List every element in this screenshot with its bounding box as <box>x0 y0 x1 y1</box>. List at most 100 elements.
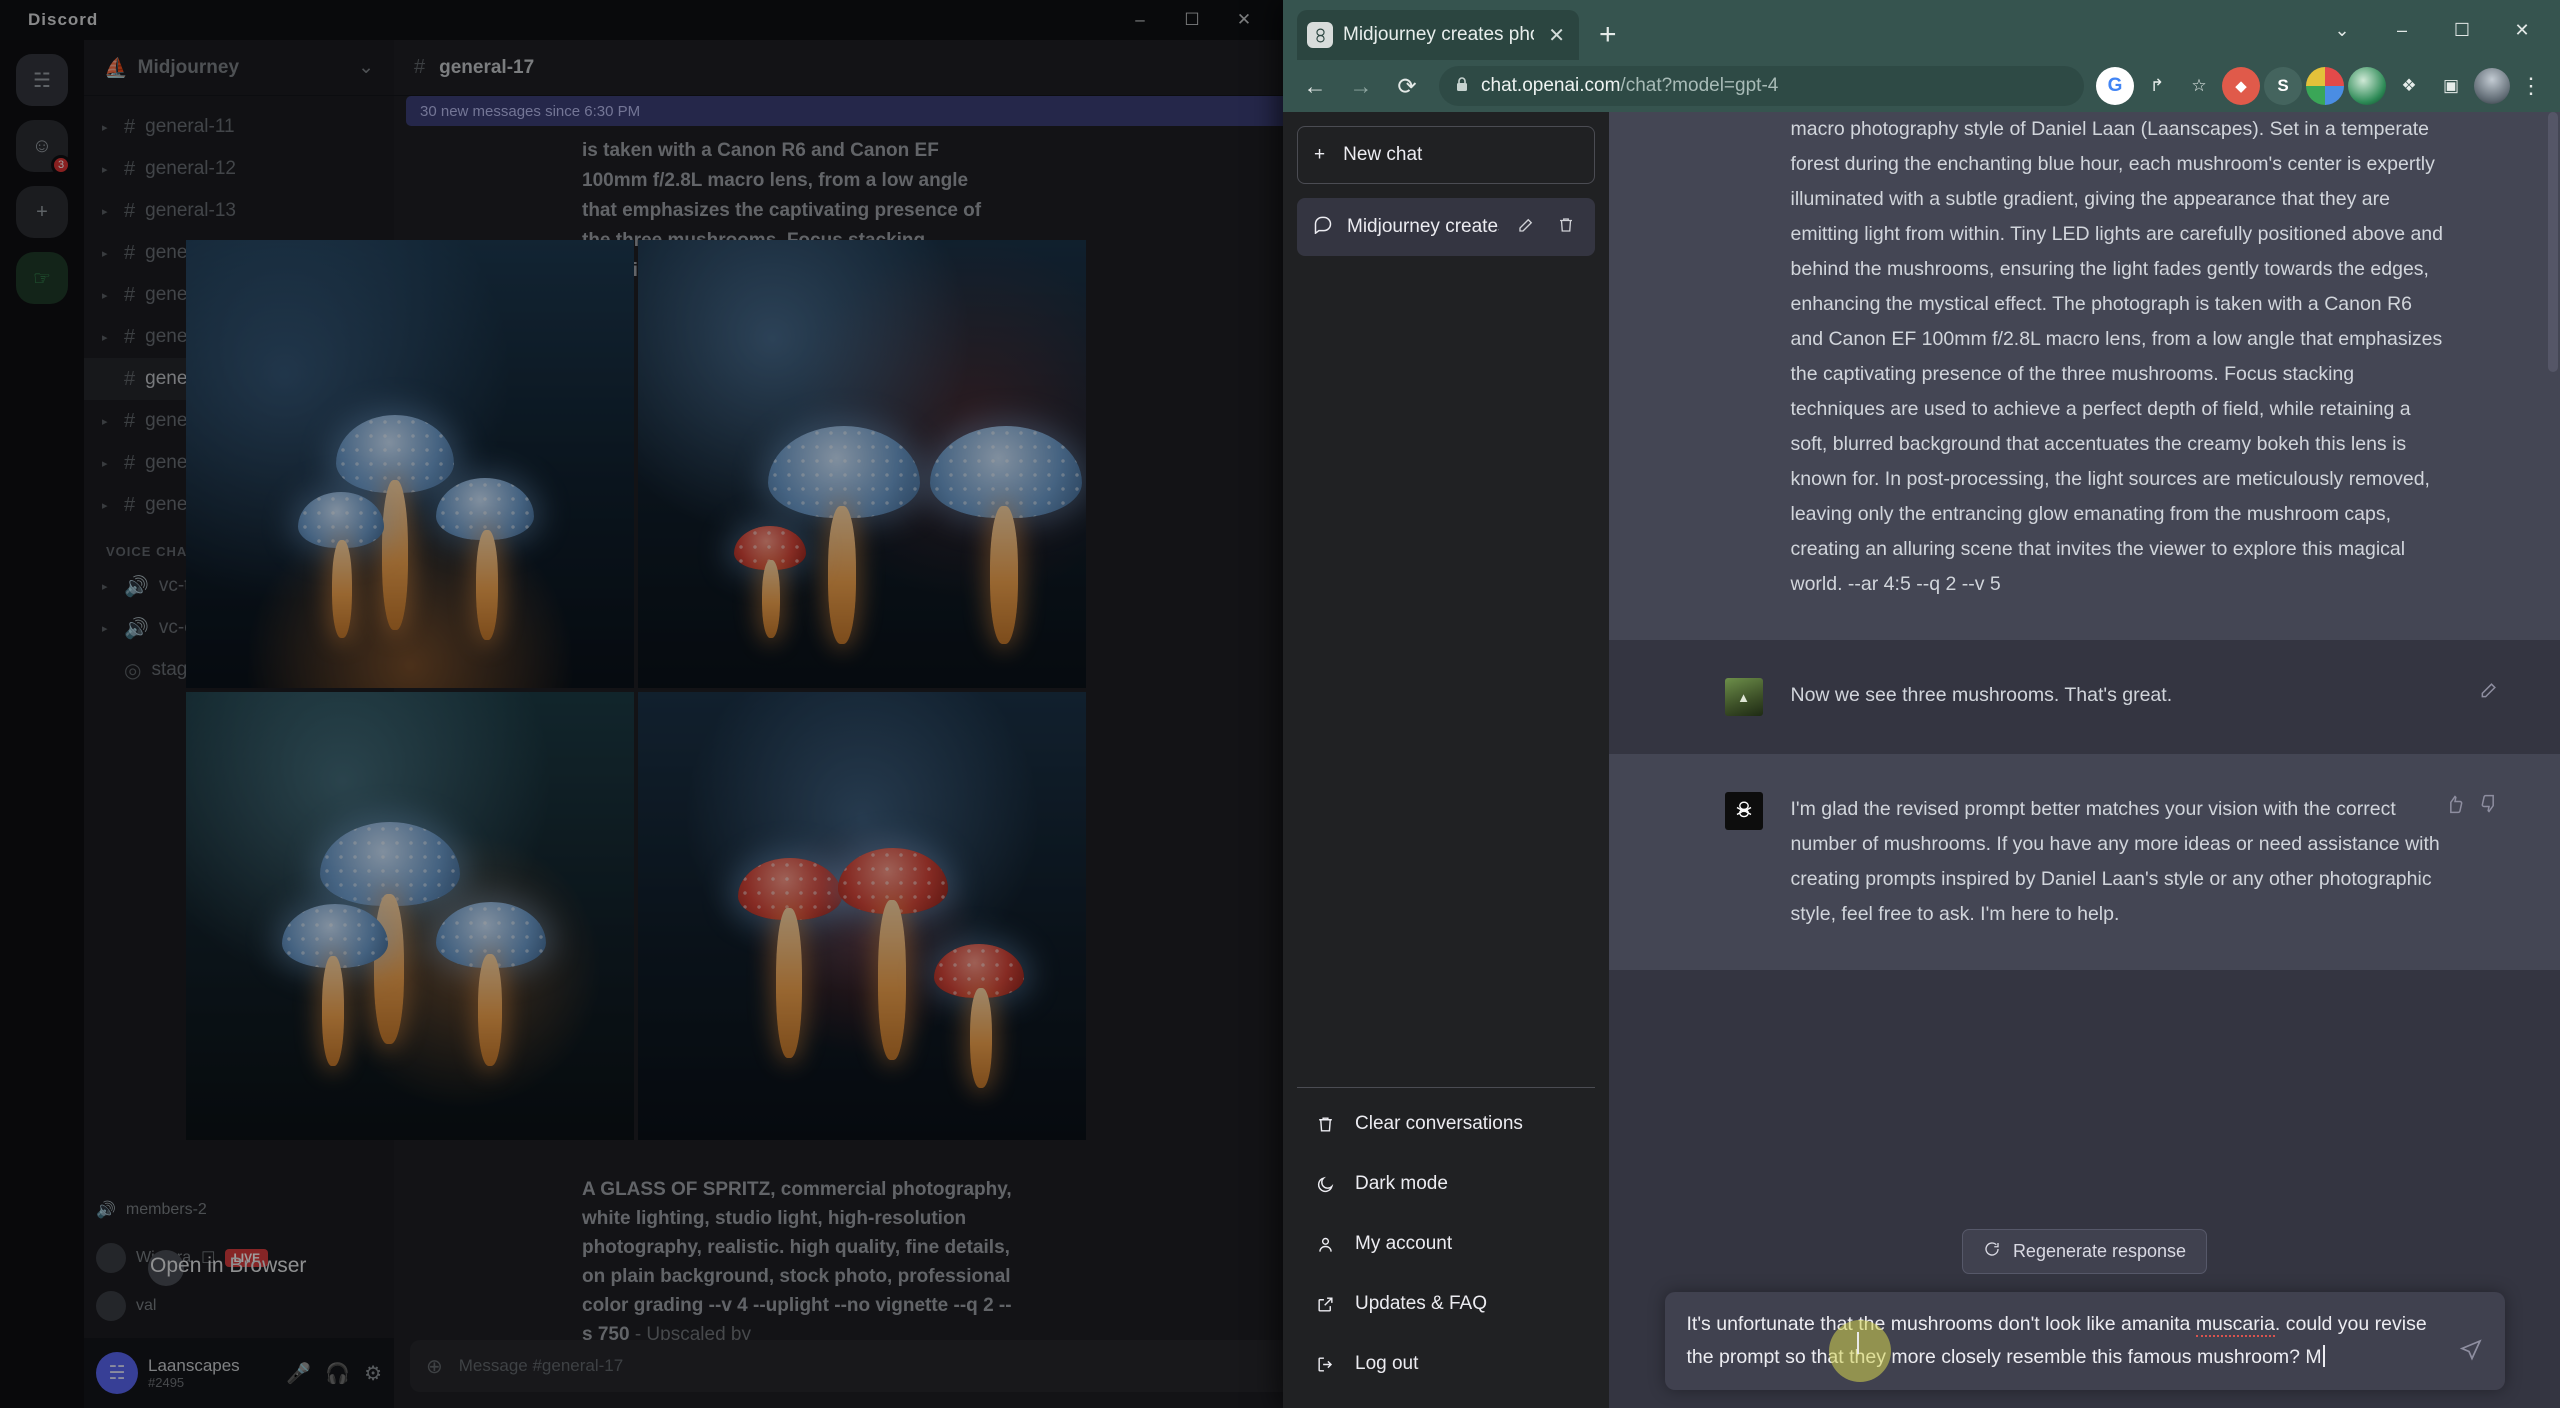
attach-plus-icon[interactable]: ⊕ <box>426 1354 443 1379</box>
regenerate-response-button[interactable]: Regenerate response <box>1961 1229 2208 1274</box>
delete-conversation-icon[interactable] <box>1553 216 1579 239</box>
green-circle-extension-icon[interactable] <box>2348 67 2386 105</box>
add-server-button[interactable]: + <box>16 186 68 238</box>
channel-item[interactable]: ▸ # general-12 <box>84 148 394 190</box>
sidebar-item-clear-conversations[interactable]: Clear conversations <box>1297 1094 1595 1154</box>
channel-item[interactable]: ▸ # general-13 <box>84 190 394 232</box>
new-chat-button[interactable]: + New chat <box>1297 126 1595 184</box>
color-wheel-extension-icon[interactable] <box>2306 67 2344 105</box>
moon-icon <box>1313 1175 1337 1194</box>
mouse-ibeam-cursor <box>1856 1332 1859 1354</box>
microphone-icon[interactable]: 🎤 <box>286 1361 311 1386</box>
voice-member-row[interactable]: val <box>96 1282 386 1330</box>
chevron-right-icon: ▸ <box>102 457 108 470</box>
maximize-icon[interactable]: ☐ <box>1166 0 1218 40</box>
server-unread-badge: 3 <box>51 155 71 175</box>
maximize-icon[interactable]: ☐ <box>2434 8 2490 52</box>
sidebar-item-updates-faq[interactable]: Updates & FAQ <box>1297 1274 1595 1334</box>
input-text-part1: It's unfortunate that the mushrooms don'… <box>1686 1313 2196 1335</box>
chevron-down-icon[interactable]: ⌄ <box>358 56 374 79</box>
profile-avatar[interactable] <box>2474 68 2510 104</box>
send-message-button[interactable] <box>2459 1338 2483 1374</box>
hash-icon: # <box>124 283 136 306</box>
server-icon-dm[interactable]: ☺ 3 <box>16 120 71 175</box>
trash-icon <box>1313 1115 1337 1134</box>
browser-tab-active[interactable]: Midjourney creates photorealistic ✕ <box>1297 10 1579 60</box>
avatar-user: ▲ <box>1724 678 1763 716</box>
discord-window-controls[interactable]: – ☐ ✕ <box>1114 0 1270 40</box>
adblock-icon[interactable]: ◆ <box>2222 67 2260 105</box>
discord-app-title: Discord <box>28 10 99 29</box>
url-path: /chat?model=gpt-4 <box>1620 75 1779 96</box>
plus-icon: + <box>1314 144 1326 165</box>
back-button[interactable]: ← <box>1295 66 1335 106</box>
gear-icon[interactable]: ⚙ <box>364 1361 382 1386</box>
sidebar-item-label: Updates & FAQ <box>1355 1293 1488 1314</box>
discord-message-bottom-main: A GLASS OF SPRITZ, commercial photograph… <box>582 1179 1012 1345</box>
generated-image-2[interactable] <box>638 240 1086 688</box>
speaker-icon: 🔊 <box>124 575 149 598</box>
chevron-right-icon: ▸ <box>102 163 108 176</box>
reload-button[interactable]: ⟳ <box>1387 66 1427 106</box>
generated-image-3[interactable] <box>186 692 634 1140</box>
conversation-item-active[interactable]: Midjourney creates pho <box>1297 198 1595 256</box>
headphones-icon[interactable]: 🎧 <box>325 1361 350 1386</box>
hash-icon: # <box>124 241 136 264</box>
google-icon[interactable]: G <box>2096 67 2134 105</box>
chrome-toolbar: ← → ⟳ chat.openai.com/chat?model=gpt-4 G… <box>1283 60 2560 112</box>
close-icon[interactable]: ✕ <box>2494 8 2550 52</box>
message-text: macro photography style of Daniel Laan (… <box>1790 118 2444 595</box>
chrome-more-caret-icon[interactable]: ⌄ <box>2314 8 2370 52</box>
new-tab-button[interactable]: + <box>1599 20 1617 50</box>
channel-item[interactable]: ▸ # general-11 <box>84 106 394 148</box>
voice-status-label: members-2 <box>125 1201 207 1218</box>
message-input-wrapper[interactable]: It's unfortunate that the mushrooms don'… <box>1664 1292 2505 1390</box>
forward-button[interactable]: → <box>1341 66 1381 106</box>
logout-icon <box>1313 1355 1337 1374</box>
text-caret <box>2322 1345 2325 1367</box>
open-in-browser-link[interactable]: Open in Browser <box>150 1254 306 1278</box>
tab-close-icon[interactable]: ✕ <box>1544 23 1569 48</box>
letter-s-extension-icon[interactable]: S <box>2264 67 2302 105</box>
edit-message-icon[interactable] <box>2479 680 2499 706</box>
hash-icon: # <box>124 493 136 516</box>
openai-favicon-icon <box>1307 22 1333 48</box>
minimize-icon[interactable]: – <box>2374 8 2430 52</box>
share-icon[interactable]: ↱ <box>2138 67 2176 105</box>
chevron-right-icon: ▸ <box>102 499 108 512</box>
bookmark-star-icon[interactable]: ☆ <box>2180 67 2218 105</box>
generated-image-4[interactable] <box>638 692 1086 1140</box>
current-channel-name: general-17 <box>439 56 535 78</box>
guild-header[interactable]: ⛵ Midjourney ⌄ <box>84 40 394 96</box>
address-bar[interactable]: chat.openai.com/chat?model=gpt-4 <box>1439 66 2084 106</box>
avatar[interactable]: ☵ <box>96 1352 138 1394</box>
explore-servers-button[interactable]: ☞ <box>16 252 68 304</box>
url-text: chat.openai.com/chat?model=gpt-4 <box>1481 75 1778 97</box>
midjourney-image-grid[interactable] <box>186 240 1086 1140</box>
channel-label: general-12 <box>145 158 236 179</box>
server-icon-midjourney[interactable]: ☵ <box>16 54 68 106</box>
minimize-icon[interactable]: – <box>1114 0 1166 40</box>
thread-scrollbar[interactable] <box>2548 112 2558 372</box>
lock-icon[interactable] <box>1455 76 1469 97</box>
chatgpt-main: macro photography style of Daniel Laan (… <box>1609 112 2560 1408</box>
message-input[interactable]: It's unfortunate that the mushrooms don'… <box>1687 1308 2445 1374</box>
thumbs-down-icon[interactable] <box>2479 794 2499 820</box>
sidebar-item-my-account[interactable]: My account <box>1297 1214 1595 1274</box>
sidebar-item-dark-mode[interactable]: Dark mode <box>1297 1154 1595 1214</box>
close-icon[interactable]: ✕ <box>1218 0 1270 40</box>
sidebar-item-label: Log out <box>1355 1353 1419 1374</box>
puzzle-extensions-icon[interactable]: ❖ <box>2390 67 2428 105</box>
chevron-right-icon: ▸ <box>102 331 108 344</box>
sidebar-item-log-out[interactable]: Log out <box>1297 1334 1595 1394</box>
hash-icon: # <box>124 115 136 138</box>
chatgpt-sidebar: + New chat Midjourney creates pho <box>1283 112 1609 1408</box>
current-user-name: Laanscapes <box>148 1355 240 1375</box>
edit-conversation-icon[interactable] <box>1513 216 1539 239</box>
generated-image-1[interactable] <box>186 240 634 688</box>
chatgpt-message-thread: macro photography style of Daniel Laan (… <box>1609 112 2560 1229</box>
side-panel-icon[interactable]: ▣ <box>2432 67 2470 105</box>
chrome-menu-icon[interactable]: ⋮ <box>2514 73 2548 99</box>
thumbs-up-icon[interactable] <box>2445 794 2465 820</box>
voice-channel-status-row[interactable]: 🔊 members-2 <box>96 1186 386 1234</box>
